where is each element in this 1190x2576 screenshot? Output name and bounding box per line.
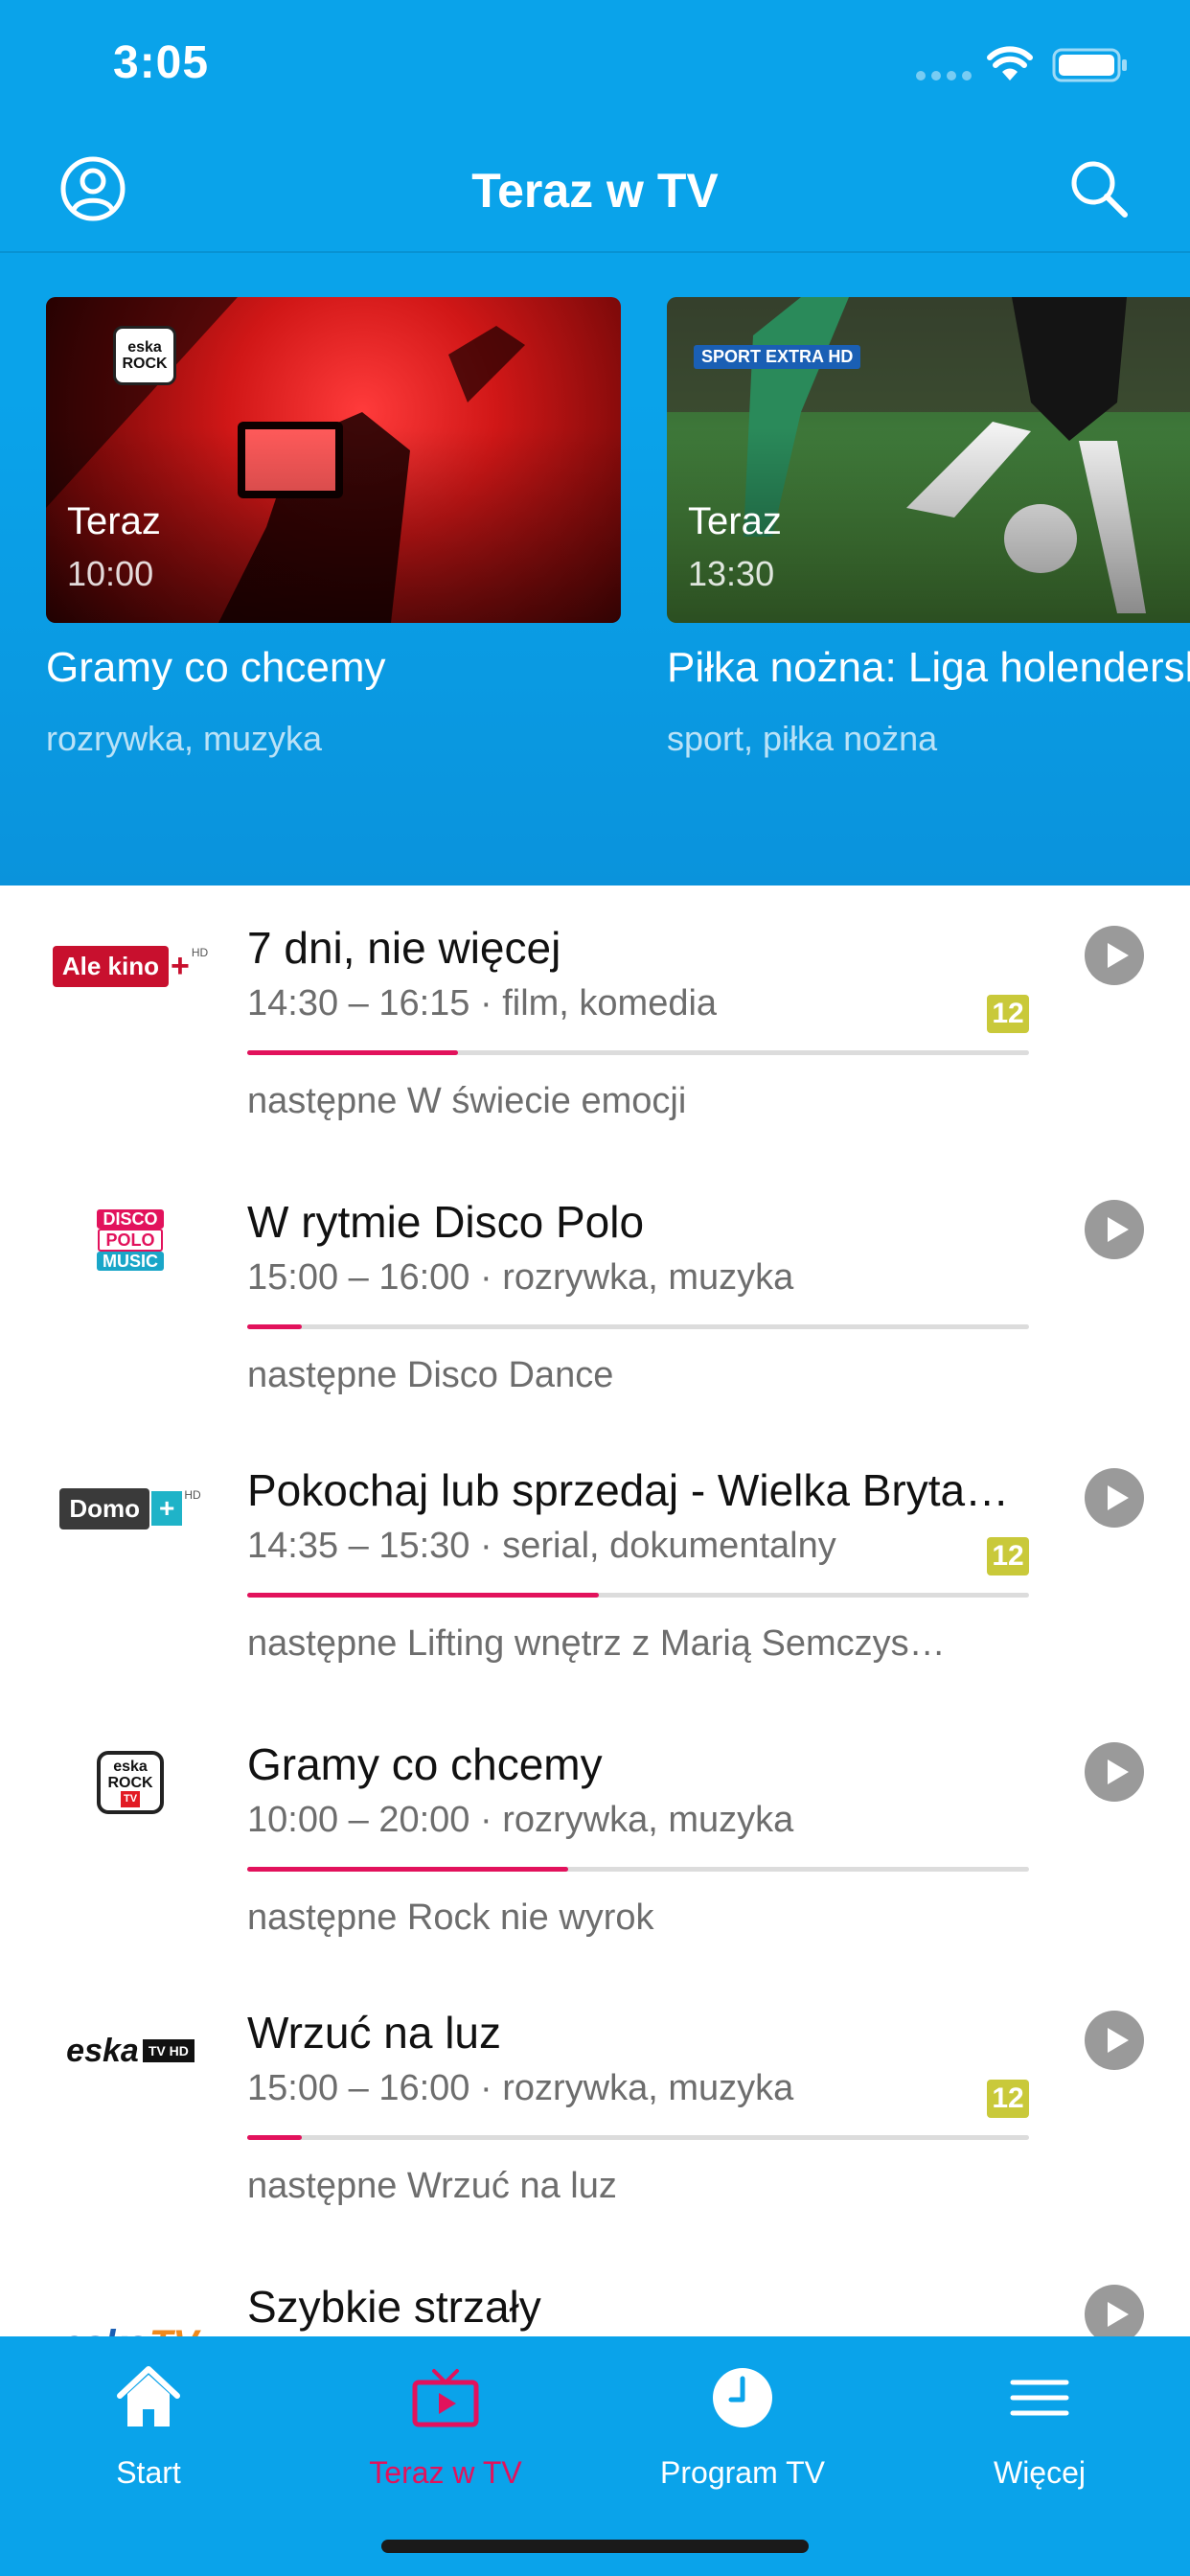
program-genre: rozrywka, muzyka: [46, 719, 323, 758]
start-time: 10:00: [67, 554, 154, 593]
play-button[interactable]: [1085, 926, 1144, 985]
progress-fill: [247, 1593, 600, 1598]
now-playing-carousel[interactable]: eskaROCK Teraz 10:00 Gramy co chcemy roz…: [0, 297, 1190, 776]
program-meta: 15:00 – 16:00 · rozrywka, muzyka: [247, 1257, 794, 1298]
play-button[interactable]: [1085, 2285, 1144, 2336]
play-button[interactable]: [1085, 2011, 1144, 2070]
start-time: 13:30: [688, 554, 775, 593]
program-list[interactable]: Ale kino + HD 7 dni, nie więcej 14:30 – …: [0, 886, 1190, 2336]
menu-icon: [1010, 2380, 1069, 2416]
carousel-card[interactable]: eskaROCK Teraz 10:00 Gramy co chcemy roz…: [46, 297, 621, 759]
clock-icon: [713, 2368, 772, 2427]
tab-wiecej[interactable]: Więcej: [891, 2354, 1188, 2497]
tab-teraz-w-tv[interactable]: Teraz w TV: [297, 2354, 594, 2497]
progress-fill: [247, 1324, 303, 1329]
home-icon: [117, 2366, 180, 2426]
play-button[interactable]: [1085, 1742, 1144, 1802]
list-item[interactable]: Ale kino + HD 7 dni, nie więcej 14:30 – …: [0, 886, 1190, 1160]
progress-bar: [247, 1593, 1029, 1598]
program-meta: 14:30 – 16:15 · film, komedia: [247, 983, 718, 1024]
program-meta: 14:35 – 15:30 · serial, dokumentalny: [247, 1526, 836, 1566]
program-title: Piłka nożna: Liga holenderska: [667, 644, 1190, 691]
battery-icon: [1052, 48, 1127, 82]
channel-logo-eska-tv: eska TV: [44, 2287, 217, 2337]
channel-logo-ale-kino: Ale kino + HD: [44, 928, 217, 1004]
progress-bar: [247, 1867, 1029, 1872]
tv-icon: [412, 2369, 479, 2427]
status-bar: 3:05: [0, 0, 1190, 126]
program-meta: 10:00 – 20:00 · rozrywka, muzyka: [247, 1800, 794, 1840]
list-item[interactable]: Domo + HD Pokochaj lub sprzedaj - Wielka…: [0, 1428, 1190, 1702]
list-item[interactable]: eska ROCK TV Gramy co chcemy 10:00 – 20:00…: [0, 1702, 1190, 1976]
program-meta: 15:00 – 16:00 · rozrywka, muzyka: [247, 2068, 794, 2108]
home-indicator: [381, 2540, 809, 2553]
program-genre: sport, piłka nożna: [667, 719, 938, 758]
search-icon[interactable]: [1065, 155, 1133, 222]
tab-program-tv[interactable]: Program TV: [594, 2354, 891, 2497]
program-title: 7 dni, nie więcej: [247, 923, 561, 973]
next-program: następne Rock nie wyrok: [247, 1898, 654, 1938]
cellular-signal-icon: [916, 71, 972, 80]
channel-logo-eska-tv-extra: eska TV HD: [44, 2012, 217, 2089]
tab-label: Teraz w TV: [369, 2455, 522, 2490]
progress-fill: [247, 2135, 303, 2140]
progress-bar: [247, 1324, 1029, 1329]
status-time: 3:05: [113, 37, 210, 88]
program-thumbnail[interactable]: eskaROCK Teraz 10:00: [46, 297, 621, 623]
channel-logo-eska-rock: eska ROCK TV: [44, 1744, 217, 1821]
wifi-icon: [987, 46, 1033, 80]
now-label: Teraz: [688, 500, 782, 542]
program-title: Pokochaj lub sprzedaj - Wielka Brytani…: [247, 1465, 1033, 1515]
tab-start[interactable]: Start: [0, 2354, 297, 2497]
progress-fill: [247, 1867, 568, 1872]
program-thumbnail[interactable]: SPORT EXTRA HD Teraz 13:30: [667, 297, 1190, 623]
age-rating-badge: 12: [987, 2080, 1029, 2118]
next-program: następne W świecie emocji: [247, 1081, 687, 1121]
next-program: następne Lifting wnętrz z Marią Semczys…: [247, 1623, 946, 1664]
channel-logo-domo: Domo + HD: [44, 1470, 217, 1547]
carousel-card[interactable]: SPORT EXTRA HD Teraz 13:30 Piłka nożna: …: [667, 297, 1190, 759]
tab-label: Program TV: [660, 2455, 825, 2490]
header-area: 3:05 Teraz w TV Teraz 10:00 Gramy co chc…: [0, 0, 1190, 886]
list-item[interactable]: DISCO POLO MUSIC W rytmie Disco Polo 15:…: [0, 1160, 1190, 1434]
program-title: W rytmie Disco Polo: [247, 1197, 645, 1247]
progress-fill: [247, 1050, 459, 1055]
list-item[interactable]: eska TV Szybkie strzały: [0, 2244, 1190, 2336]
age-rating-badge: 12: [987, 995, 1029, 1033]
now-label: Teraz: [67, 500, 161, 542]
next-program: następne Wrzuć na luz: [247, 2166, 617, 2206]
play-button[interactable]: [1085, 1468, 1144, 1528]
progress-bar: [247, 1050, 1029, 1055]
page-title: Teraz w TV: [471, 164, 719, 218]
tab-label: Więcej: [993, 2455, 1086, 2490]
tab-label: Start: [116, 2455, 181, 2490]
navigation-bar: Teraz w TV: [0, 126, 1190, 253]
program-title: Gramy co chcemy: [46, 644, 386, 691]
next-program: następne Disco Dance: [247, 1355, 614, 1395]
play-button[interactable]: [1085, 1200, 1144, 1259]
progress-bar: [247, 2135, 1029, 2140]
program-title: Gramy co chcemy: [247, 1739, 603, 1789]
program-title: Szybkie strzały: [247, 2282, 541, 2332]
age-rating-badge: 12: [987, 1537, 1029, 1576]
program-title: Wrzuć na luz: [247, 2008, 502, 2058]
list-item[interactable]: eska TV HD Wrzuć na luz 15:00 – 16:00 · …: [0, 1970, 1190, 2244]
channel-logo-disco-polo-music: DISCO POLO MUSIC: [44, 1202, 217, 1278]
